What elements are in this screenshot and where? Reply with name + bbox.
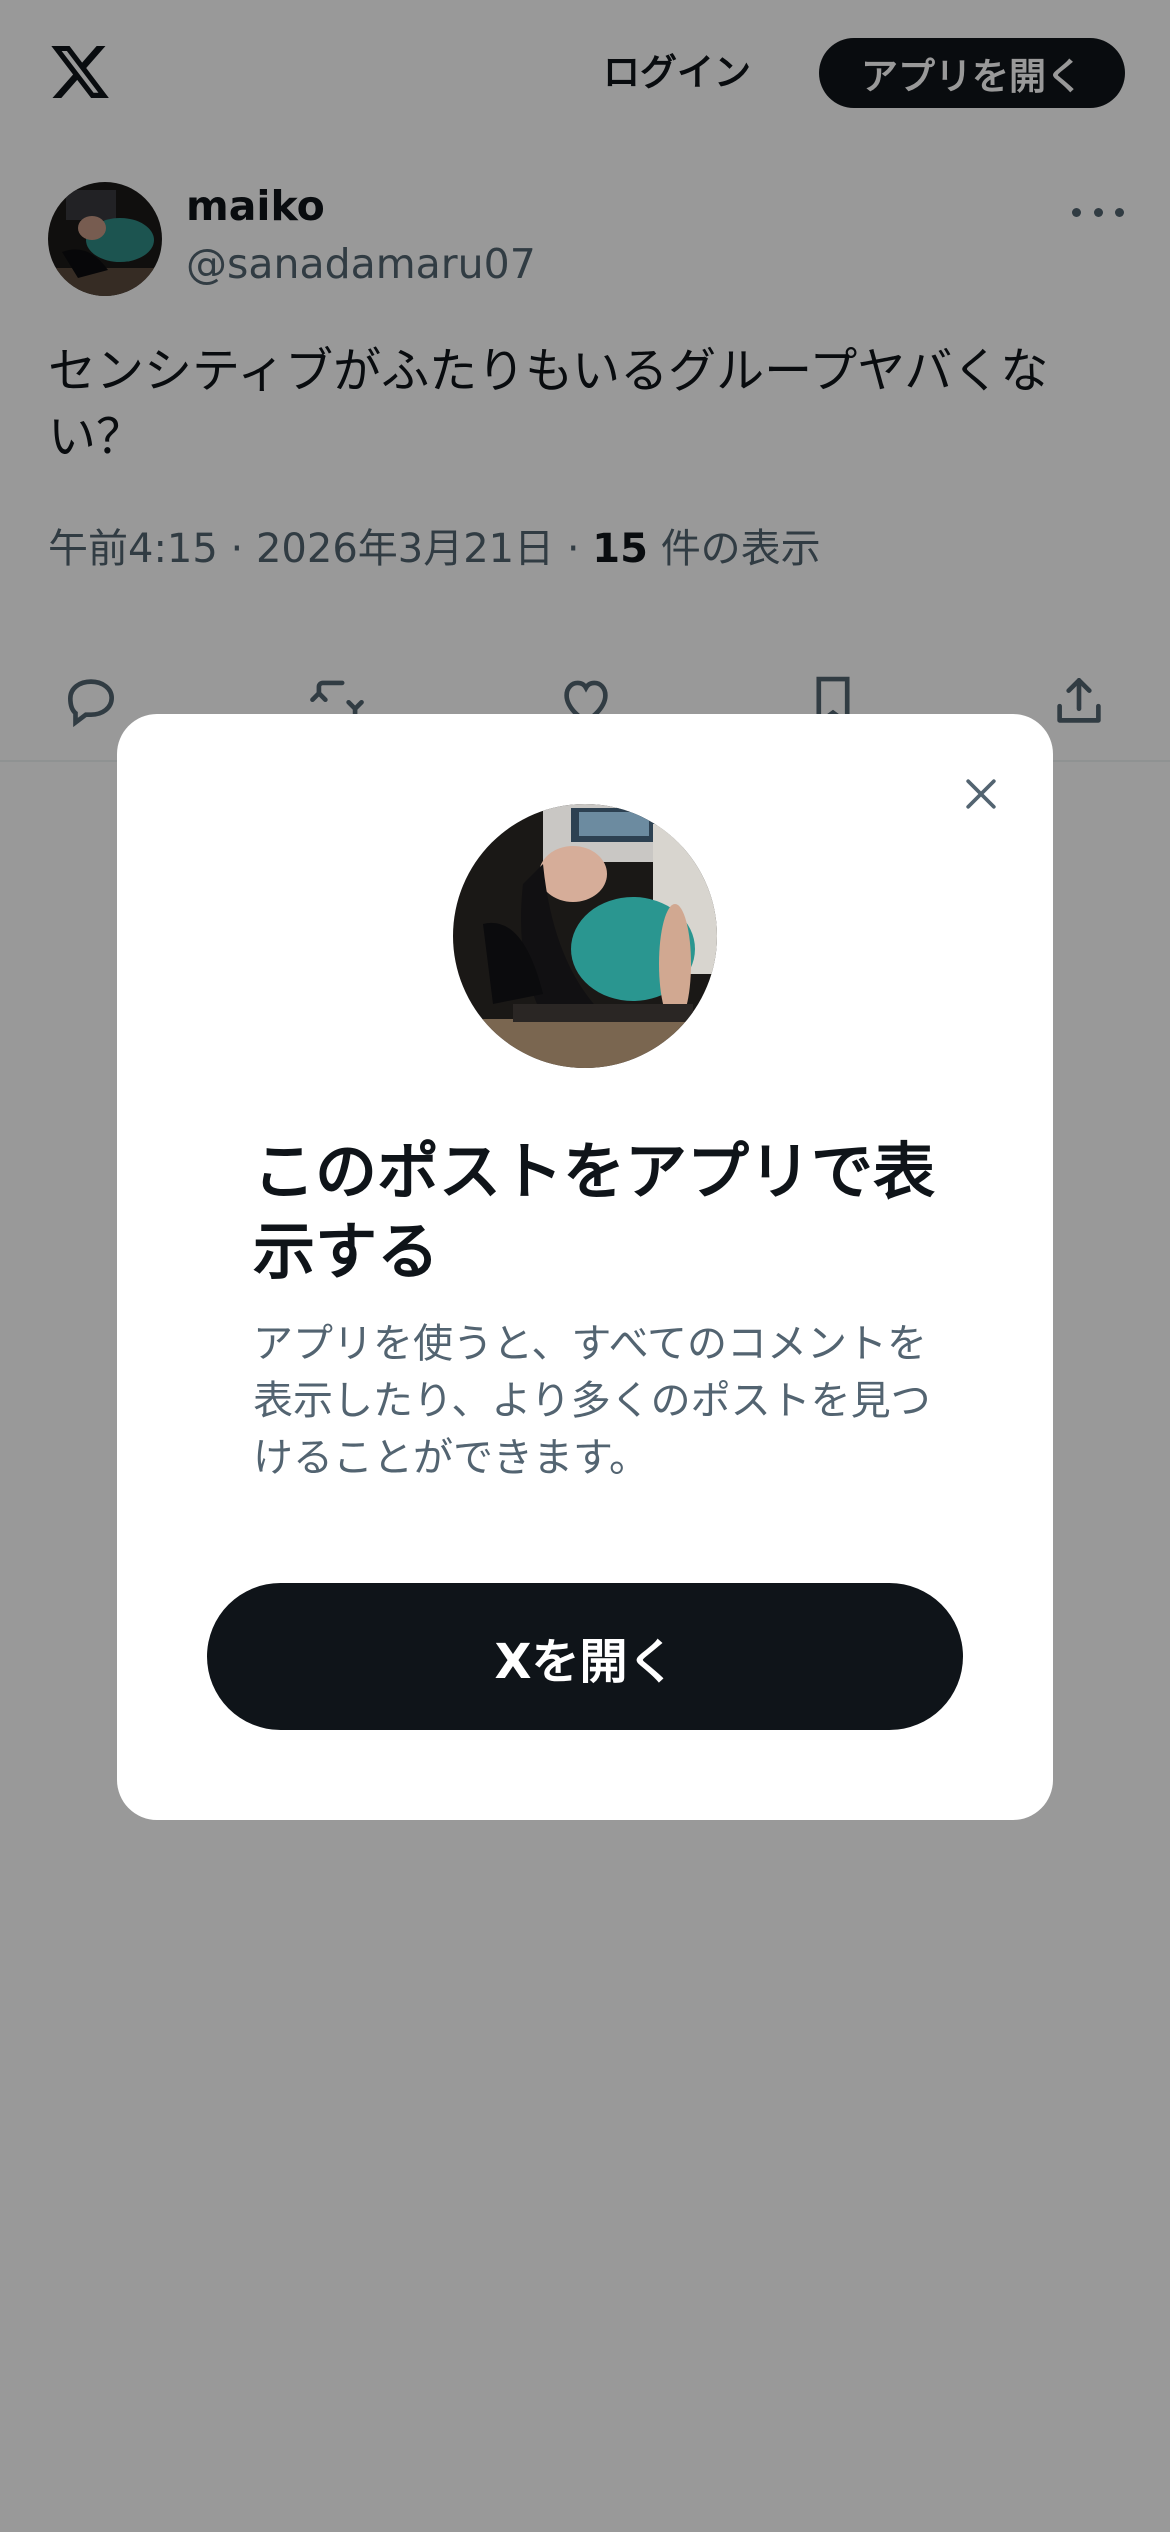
close-icon[interactable] (953, 766, 1009, 822)
dialog-title: このポストをアプリで表示する (253, 1135, 936, 1288)
dialog-description: アプリを使うと、すべてのコメントを表示したり、より多くのポストを見つけることがで… (253, 1321, 931, 1481)
open-in-app-dialog: このポストをアプリで表示する アプリを使うと、すべてのコメントを表示したり、より… (117, 714, 1053, 1820)
page: ログイン アプリを開く maiko @sanadamaru07 センシティブがふ… (0, 0, 1170, 2532)
author-avatar-large (453, 804, 717, 1068)
open-x-button[interactable]: Xを開く (207, 1583, 963, 1730)
